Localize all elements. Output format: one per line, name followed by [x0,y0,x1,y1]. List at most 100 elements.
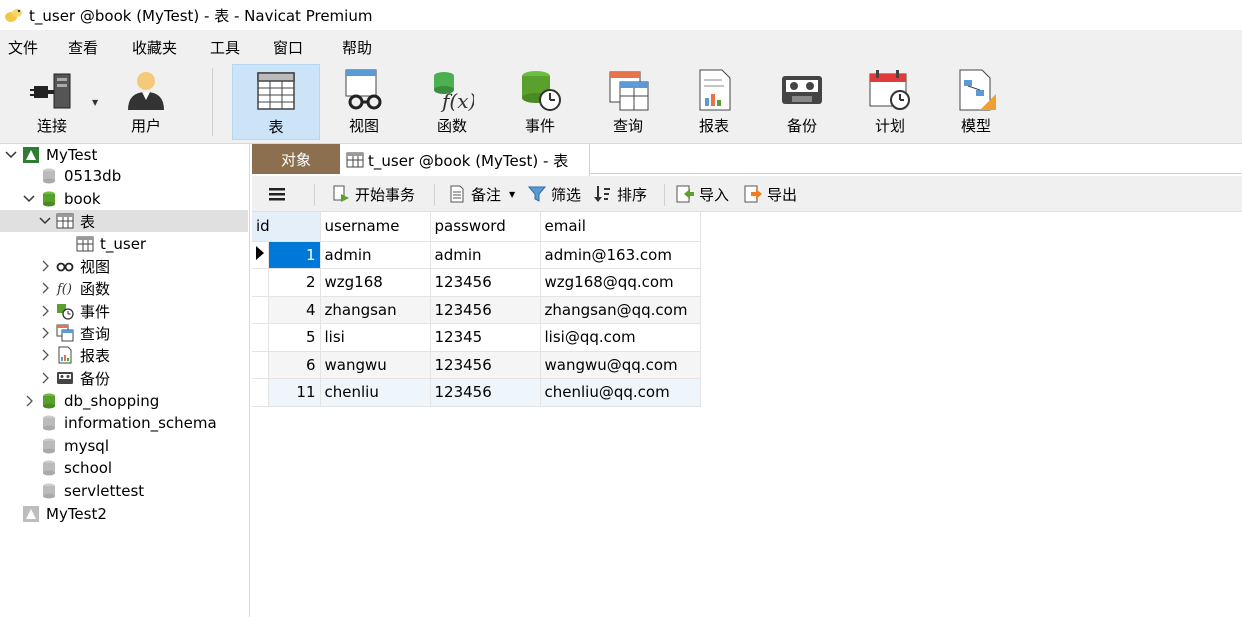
import-button[interactable]: 导入 [676,176,729,212]
menu-view[interactable]: 查看 [68,37,98,58]
table-row[interactable]: 1 admin admin admin@163.com [252,241,701,269]
tab-t-user-table[interactable]: t_user @book (MyTest) - 表 [340,144,590,176]
column-header-username[interactable]: username [320,212,431,242]
cell-email[interactable]: lisi@qq.com [540,323,701,352]
cell-username[interactable]: zhangsan [320,296,431,324]
cell-id[interactable]: 11 [268,378,321,407]
column-header-password[interactable]: password [430,212,541,242]
menu-tools[interactable]: 工具 [210,37,240,58]
tree-database-servlettest[interactable]: servlettest [40,480,144,502]
report-button[interactable]: 报表 [670,64,758,140]
cell-username[interactable]: admin [320,241,431,269]
cell-id[interactable]: 5 [268,323,321,352]
tree-database-information-schema[interactable]: information_schema [40,412,217,434]
row-indicator[interactable] [252,378,269,407]
menu-file[interactable]: 文件 [8,37,38,58]
tree-folder-events[interactable]: 事件 [38,300,110,322]
cell-email[interactable]: wangwu@qq.com [540,351,701,379]
cell-id[interactable]: 6 [268,351,321,379]
memo-dropdown-icon[interactable]: ▼ [509,190,515,199]
table-row[interactable]: 11 chenliu 123456 chenliu@qq.com [252,378,701,407]
backup-button[interactable]: 备份 [758,64,846,140]
tree-folder-functions[interactable]: f() 函数 [38,277,110,299]
cell-username[interactable]: lisi [320,323,431,352]
row-indicator[interactable] [252,351,269,379]
row-indicator[interactable] [252,268,269,297]
chevron-right-icon[interactable] [38,371,52,385]
menu-favorites[interactable]: 收藏夹 [132,37,177,58]
connect-dropdown-icon[interactable]: ▼ [92,98,98,107]
column-header-email[interactable]: email [540,212,701,242]
column-header-id[interactable]: id [252,212,321,242]
tree-connection-mytest2[interactable]: MyTest2 [22,503,107,525]
row-indicator[interactable] [252,323,269,352]
menu-help[interactable]: 帮助 [342,37,372,58]
chevron-down-icon[interactable] [4,148,18,162]
tree-database-mysql[interactable]: mysql [40,435,109,457]
tree-connection-mytest[interactable]: MyTest [4,144,97,166]
chevron-right-icon[interactable] [38,348,52,362]
model-button[interactable]: 模型 [932,64,1020,140]
schedule-button[interactable]: 计划 [846,64,934,140]
chevron-down-icon[interactable] [38,214,52,228]
begin-transaction-button[interactable]: 开始事务 [332,176,415,212]
view-button[interactable]: 视图 [320,64,408,140]
table-row[interactable]: 5 lisi 12345 lisi@qq.com [252,323,701,352]
cell-id[interactable]: 1 [268,241,321,269]
cell-password[interactable]: 123456 [430,351,541,379]
cell-password[interactable]: 123456 [430,378,541,407]
user-icon [128,72,164,110]
tree-database-db-shopping[interactable]: db_shopping [22,390,159,412]
mysql-connection-disconnected-icon [23,506,39,522]
chevron-right-icon[interactable] [38,304,52,318]
cell-password[interactable]: 12345 [430,323,541,352]
tree-database-0513db[interactable]: 0513db [40,165,121,187]
cell-email[interactable]: zhangsan@qq.com [540,296,701,324]
tree-database-school[interactable]: school [40,457,112,479]
user-button[interactable]: 用户 [102,64,190,140]
tree-folder-backups[interactable]: 备份 [38,367,110,389]
memo-button[interactable]: 备注 ▼ [448,176,515,212]
cell-id[interactable]: 4 [268,296,321,324]
chevron-right-icon[interactable] [22,394,36,408]
menu-hamburger-button[interactable] [268,176,291,212]
tree-table-t-user[interactable]: t_user [76,233,146,255]
cell-password[interactable]: 123456 [430,268,541,297]
table-row[interactable]: 2 wzg168 123456 wzg168@qq.com [252,268,701,297]
cell-email[interactable]: wzg168@qq.com [540,268,701,297]
table-button[interactable]: 表 [232,64,320,140]
tree-folder-queries[interactable]: 查询 [38,322,110,344]
export-button[interactable]: 导出 [744,176,797,212]
table-row[interactable]: 6 wangwu 123456 wangwu@qq.com [252,351,701,379]
row-indicator[interactable] [252,296,269,324]
chevron-right-icon[interactable] [38,259,52,273]
event-button[interactable]: 事件 [496,64,584,140]
cell-id[interactable]: 2 [268,268,321,297]
function-button[interactable]: f(x) 函数 [408,64,496,140]
cell-email[interactable]: chenliu@qq.com [540,378,701,407]
cell-username[interactable]: wangwu [320,351,431,379]
menu-window[interactable]: 窗口 [273,37,303,58]
tree-folder-reports[interactable]: 报表 [38,344,110,366]
report-icon [699,69,731,111]
cell-email[interactable]: admin@163.com [540,241,701,269]
cell-password[interactable]: 123456 [430,296,541,324]
sort-button[interactable]: 排序 [594,176,647,212]
query-button[interactable]: 查询 [584,64,672,140]
filter-button[interactable]: 筛选 [528,176,581,212]
current-row-indicator[interactable] [252,241,269,269]
filter-funnel-icon [528,186,546,202]
cell-username[interactable]: chenliu [320,378,431,407]
chevron-right-icon[interactable] [38,281,52,295]
tree-folder-views[interactable]: 视图 [38,255,110,277]
tree-database-book[interactable]: book [22,188,101,210]
cell-password[interactable]: admin [430,241,541,269]
tab-objects[interactable]: 对象 [252,144,340,174]
svg-text:f(): f() [56,282,72,297]
chevron-down-icon[interactable] [22,192,36,206]
table-row[interactable]: 4 zhangsan 123456 zhangsan@qq.com [252,296,701,324]
connect-button[interactable]: 连接 [8,64,96,140]
tree-folder-tables[interactable]: 表 [0,210,248,232]
cell-username[interactable]: wzg168 [320,268,431,297]
chevron-right-icon[interactable] [38,326,52,340]
